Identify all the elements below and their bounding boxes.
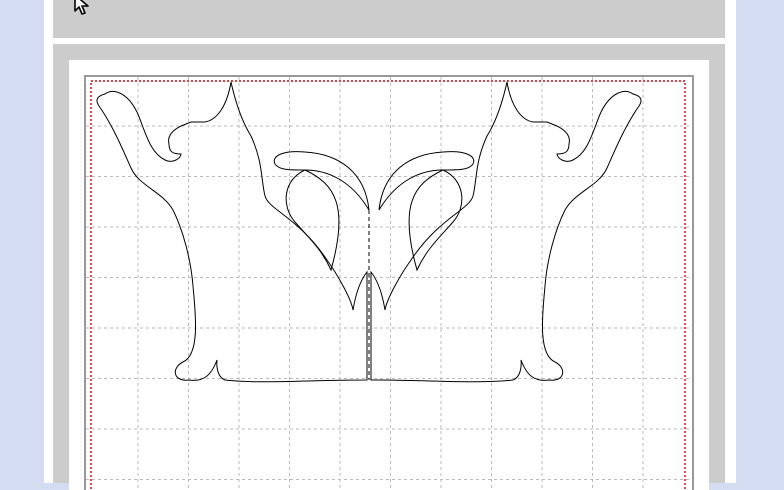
right-heart-drop xyxy=(408,169,463,272)
design-canvas[interactable] xyxy=(69,60,709,490)
left-heart-drop xyxy=(285,169,340,272)
design-canvas-panel xyxy=(53,44,725,490)
grid-lines xyxy=(86,77,692,490)
mat-border xyxy=(84,75,694,490)
toolbar-panel xyxy=(53,0,725,38)
right-sidebar xyxy=(736,0,784,483)
mouse-pointer-icon xyxy=(74,0,89,15)
main-column xyxy=(44,0,736,490)
cat-card-design xyxy=(96,81,642,383)
cutting-mat[interactable] xyxy=(69,60,709,490)
left-sidebar xyxy=(0,0,44,483)
right-cat-outline xyxy=(370,81,642,383)
